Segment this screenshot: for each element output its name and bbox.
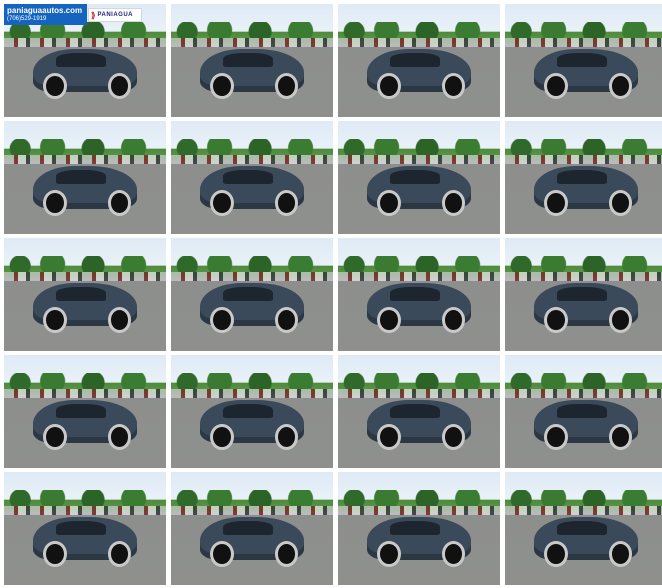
gallery-photo-4[interactable] (505, 4, 662, 117)
gallery-photo-6[interactable] (171, 121, 333, 234)
gallery-photo-1[interactable]: paniaguaautos.com (706)529-1919 ⟫ PANIAG… (4, 4, 166, 117)
dealer-website: paniaguaautos.com (7, 6, 83, 15)
dealer-logo: ⟫ PANIAGUA (88, 8, 142, 22)
gallery-photo-17[interactable] (4, 472, 166, 585)
logo-text: PANIAGUA (97, 12, 134, 18)
dealer-contact-badge: paniaguaautos.com (706)529-1919 (4, 4, 87, 25)
gallery-photo-3[interactable] (338, 4, 500, 117)
gallery-photo-10[interactable] (171, 238, 333, 351)
gallery-photo-9[interactable] (4, 238, 166, 351)
gallery-photo-12[interactable] (505, 238, 662, 351)
gallery-photo-20[interactable] (505, 472, 662, 585)
gallery-photo-13[interactable] (4, 355, 166, 468)
gallery-photo-8[interactable] (505, 121, 662, 234)
logo-mark-icon: ⟫ (91, 10, 96, 20)
gallery-photo-19[interactable] (338, 472, 500, 585)
gallery-photo-11[interactable] (338, 238, 500, 351)
dealer-phone: (706)529-1919 (7, 16, 47, 22)
gallery-photo-16[interactable] (505, 355, 662, 468)
gallery-photo-18[interactable] (171, 472, 333, 585)
gallery-photo-2[interactable] (171, 4, 333, 117)
gallery-photo-5[interactable] (4, 121, 166, 234)
gallery-photo-7[interactable] (338, 121, 500, 234)
photo-gallery-grid: paniaguaautos.com (706)529-1919 ⟫ PANIAG… (4, 4, 662, 588)
gallery-photo-14[interactable] (171, 355, 333, 468)
gallery-photo-15[interactable] (338, 355, 500, 468)
